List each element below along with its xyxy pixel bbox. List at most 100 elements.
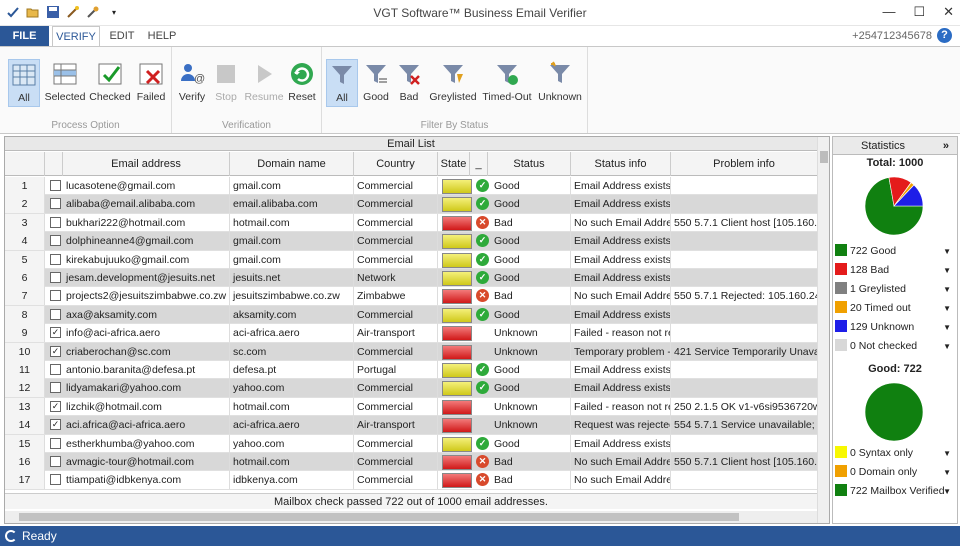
state-indicator: [442, 271, 472, 286]
table-row[interactable]: 11 antonio.baranita@defesa.pt defesa.pt Por…: [5, 361, 817, 380]
tab-file[interactable]: FILE: [0, 26, 49, 46]
legend-item[interactable]: 1 Greylisted ▼: [835, 281, 955, 298]
row-checkbox[interactable]: [50, 216, 61, 228]
legend-item[interactable]: 20 Timed out ▼: [835, 300, 955, 317]
vertical-scrollbar[interactable]: [817, 137, 829, 523]
table-row[interactable]: 10 ✓ criaberochan@sc.com sc.com Commercial Un…: [5, 342, 817, 361]
horizontal-scroll-thumb[interactable]: [19, 513, 739, 521]
table-row[interactable]: 16 avmagic-tour@hotmail.com hotmail.com Com…: [5, 453, 817, 472]
col-status-info[interactable]: Status info: [571, 152, 671, 176]
tab-verify[interactable]: VERIFY: [52, 26, 100, 46]
table-row[interactable]: 8 axa@aksamity.com aksamity.com Commercial ✓…: [5, 305, 817, 325]
tab-edit[interactable]: EDIT: [104, 26, 140, 46]
row-checkbox[interactable]: [50, 308, 61, 320]
col-status[interactable]: Status: [488, 152, 571, 176]
status-cell: Unknown: [488, 397, 571, 416]
dropdown-icon[interactable]: ▼: [943, 483, 951, 500]
row-checkbox[interactable]: [50, 474, 61, 486]
process-checked-button[interactable]: Checked: [88, 59, 132, 107]
dropdown-icon[interactable]: ▼: [943, 338, 951, 355]
table-row[interactable]: 9 ✓ info@aci-africa.aero aci-africa.aero Air…: [5, 324, 817, 343]
legend-item[interactable]: 128 Bad ▼: [835, 262, 955, 279]
table-row[interactable]: 2 alibaba@email.alibaba.com email.alibaba.…: [5, 195, 817, 214]
table-row[interactable]: 3 bukhari222@hotmail.com hotmail.com Commer…: [5, 213, 817, 233]
row-checkbox[interactable]: [50, 272, 61, 283]
table-row[interactable]: 5 kirekabujuuko@gmail.com gmail.com Commerc…: [5, 250, 817, 269]
legend-item[interactable]: 0 Not checked ▼: [835, 338, 955, 355]
col-state[interactable]: State: [438, 152, 470, 176]
filter-unknown-button[interactable]: Unknown: [536, 59, 584, 107]
verify-button[interactable]: @ Verify: [174, 59, 210, 107]
dropdown-icon[interactable]: ▼: [943, 243, 951, 260]
table-row[interactable]: 14 ✓ aci.africa@aci-africa.aero aci-africa.…: [5, 416, 817, 435]
filter-timedout-button[interactable]: Timed-Out: [480, 59, 534, 107]
close-icon[interactable]: ✕: [943, 4, 954, 20]
legend-item[interactable]: 722 Mailbox Verified ▼: [835, 483, 955, 500]
row-checkbox[interactable]: ✓: [50, 400, 61, 412]
filter-all-button[interactable]: All: [326, 59, 358, 107]
table-row[interactable]: 17 ttiampati@idbkenya.com idbkenya.com Comm…: [5, 471, 817, 490]
col-email[interactable]: Email address: [63, 152, 230, 176]
collapse-icon[interactable]: »: [943, 137, 949, 155]
row-checkbox[interactable]: [50, 198, 61, 210]
legend-item[interactable]: 0 Syntax only ▼: [835, 445, 955, 462]
reset-button[interactable]: Reset: [286, 59, 318, 107]
dropdown-icon[interactable]: ▼: [943, 262, 951, 279]
email-list-panel: Email List Email address Domain name Cou…: [4, 136, 830, 524]
dropdown-icon[interactable]: ▼: [943, 281, 951, 298]
horizontal-scrollbar[interactable]: [5, 511, 817, 523]
filter-greylisted-button[interactable]: Greylisted: [428, 59, 478, 107]
dropdown-icon[interactable]: ▼: [943, 464, 951, 481]
table-row[interactable]: 13 ✓ lizchik@hotmail.com hotmail.com Commerc…: [5, 397, 817, 417]
row-checkbox[interactable]: ✓: [50, 327, 61, 339]
row-checkbox[interactable]: [50, 180, 61, 191]
country-cell: Commercial: [354, 397, 438, 416]
problem-info-cell: 550 5.7.1 Client host [105.160.241.5: [674, 216, 817, 229]
process-selected-button[interactable]: Selected: [44, 59, 86, 107]
process-failed-button[interactable]: Failed: [134, 59, 168, 107]
dropdown-icon[interactable]: ▼: [943, 300, 951, 317]
row-checkbox[interactable]: ✓: [50, 419, 61, 431]
row-checkbox[interactable]: [50, 235, 61, 247]
status-info-cell: Email Address exists: [571, 361, 671, 379]
vertical-scroll-thumb[interactable]: [820, 151, 828, 163]
grid-all-icon: [12, 64, 36, 86]
state-indicator: [442, 473, 472, 489]
table-row[interactable]: 4 dolphineanne4@gmail.com gmail.com Commerc…: [5, 232, 817, 251]
row-checkbox[interactable]: [50, 253, 61, 265]
table-row[interactable]: 6 jesam.development@jesuits.net jesuits.ne…: [5, 269, 817, 288]
dropdown-icon[interactable]: ▼: [943, 445, 951, 462]
status-cell: Good: [488, 361, 571, 379]
process-all-button[interactable]: All: [8, 59, 40, 107]
dropdown-icon[interactable]: ▼: [943, 319, 951, 336]
state-indicator: [442, 455, 472, 470]
stop-button[interactable]: Stop: [212, 59, 240, 107]
legend-item[interactable]: 0 Domain only ▼: [835, 464, 955, 481]
table-row[interactable]: 15 estherkhumba@yahoo.com yahoo.com Commerc…: [5, 434, 817, 453]
row-checkbox[interactable]: [50, 290, 61, 302]
col-domain[interactable]: Domain name: [230, 152, 354, 176]
row-checkbox[interactable]: [50, 437, 61, 449]
row-checkbox[interactable]: ✓: [50, 345, 61, 357]
table-row[interactable]: 1 lucasotene@gmail.com gmail.com Commercial…: [5, 177, 817, 196]
row-checkbox[interactable]: [50, 382, 61, 394]
col-rownum[interactable]: [5, 152, 45, 176]
filter-bad-button[interactable]: Bad: [394, 59, 424, 107]
col-country[interactable]: Country: [354, 152, 438, 176]
table-row[interactable]: 7 projects2@jesuitszimbabwe.co.zw jesuitsz…: [5, 287, 817, 306]
row-checkbox[interactable]: [50, 364, 61, 375]
maximize-icon[interactable]: ☐: [913, 4, 925, 20]
col-problem-info[interactable]: Problem info: [671, 152, 817, 176]
minimize-icon[interactable]: —: [882, 4, 895, 20]
resume-button[interactable]: Resume: [244, 59, 284, 107]
legend-item[interactable]: 722 Good ▼: [835, 243, 955, 260]
filter-good-button[interactable]: Good: [360, 59, 392, 107]
row-checkbox[interactable]: [50, 456, 61, 467]
summary-text: Mailbox check passed 722 out of 1000 ema…: [5, 493, 817, 509]
table-row[interactable]: 12 lidyamakari@yahoo.com yahoo.com Commerci…: [5, 379, 817, 398]
col-sort[interactable]: _: [470, 152, 488, 176]
help-icon[interactable]: ?: [937, 28, 952, 43]
tab-help[interactable]: HELP: [144, 26, 180, 46]
col-checkbox[interactable]: [45, 152, 63, 176]
legend-item[interactable]: 129 Unknown ▼: [835, 319, 955, 336]
